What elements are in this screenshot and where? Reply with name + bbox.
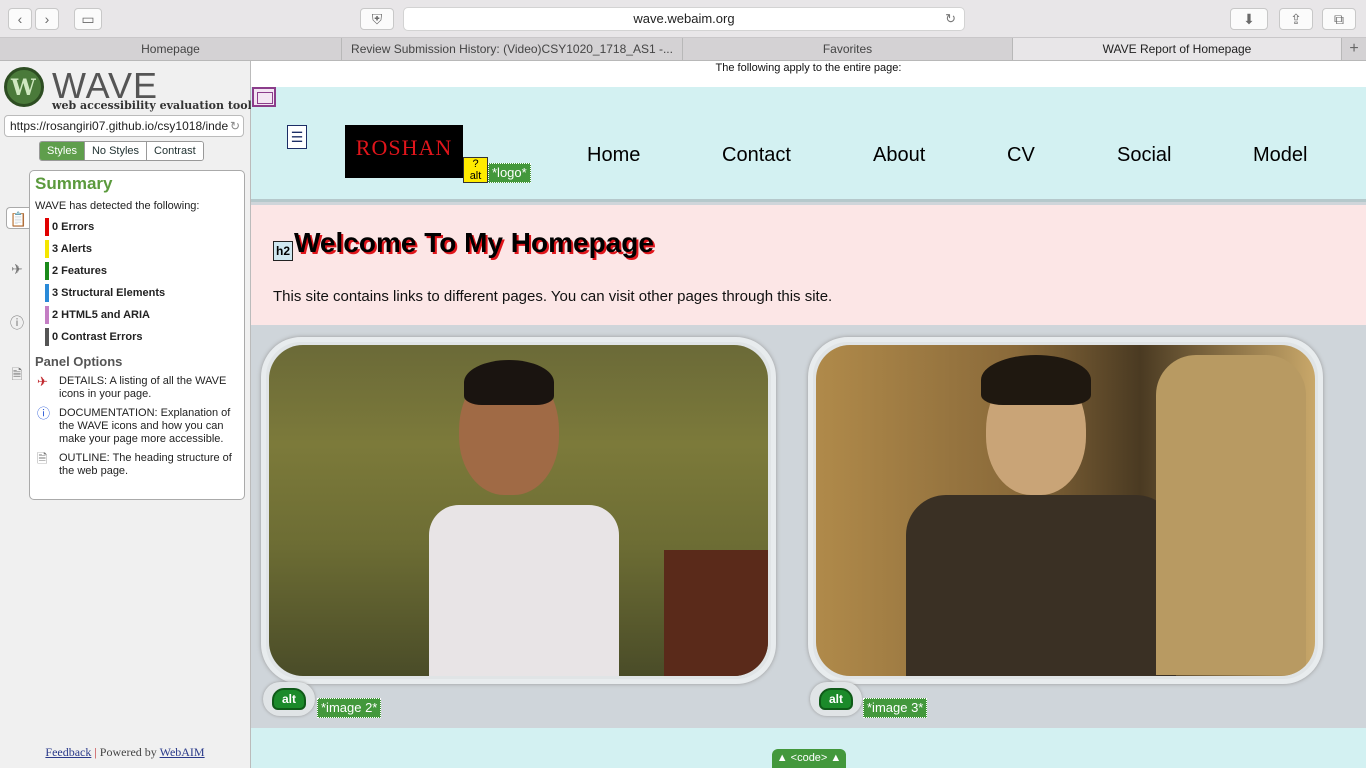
- contrast-button[interactable]: Contrast: [147, 142, 203, 160]
- powered-by-text: Powered by: [99, 745, 157, 759]
- wave-logo: W WAVE web accessibility evaluation tool: [4, 65, 252, 112]
- image-2: [261, 337, 776, 684]
- share-icon[interactable]: ⇪: [1279, 8, 1313, 30]
- structural-count: 3 Structural Elements: [45, 284, 239, 306]
- site-header: ☰ ROSHAN ? alt *logo* Home Contact About …: [251, 87, 1366, 202]
- details-flag-icon[interactable]: ✈: [6, 258, 28, 280]
- nav-home[interactable]: Home: [587, 144, 640, 167]
- sidebar-toggle-icon[interactable]: ▭: [74, 8, 102, 30]
- downloads-icon[interactable]: ⬇: [1230, 8, 1268, 30]
- back-button[interactable]: ‹: [8, 8, 32, 30]
- browser-toolbar: ‹ › ▭ ⛨ wave.webaim.org ↻ ⬇ ⇪ ⧉: [0, 0, 1366, 38]
- summary-intro: WAVE has detected the following:: [35, 200, 200, 212]
- style-toggle: Styles No Styles Contrast: [39, 141, 204, 161]
- option-outline[interactable]: 🗎 OUTLINE: The heading structure of the w…: [35, 452, 239, 478]
- tab-bar: Homepage Review Submission History: (Vid…: [0, 38, 1366, 61]
- summary-clipboard-icon[interactable]: 📋: [6, 207, 30, 229]
- forward-button[interactable]: ›: [35, 8, 59, 30]
- webaim-link[interactable]: WebAIM: [160, 745, 205, 759]
- tab-review-submission[interactable]: Review Submission History: (Video)CSY102…: [342, 38, 683, 60]
- page-preview: The following apply to the entire page: …: [251, 61, 1366, 768]
- page-notice: The following apply to the entire page:: [251, 61, 1366, 87]
- address-text: wave.webaim.org: [633, 11, 735, 26]
- page-title: Welcome To My Homepage: [294, 227, 654, 258]
- image3-alt-icon[interactable]: alt: [810, 682, 862, 716]
- new-tab-button[interactable]: +: [1342, 38, 1366, 60]
- panel-options-title: Panel Options: [35, 354, 123, 369]
- h2-icon[interactable]: h2: [273, 241, 293, 261]
- hero-intro: This site contains links to different pa…: [273, 288, 833, 305]
- logo-alt-label: *logo*: [488, 163, 531, 183]
- option-documentation[interactable]: ⓘ DOCUMENTATION: Explanation of the WAVE …: [35, 407, 239, 446]
- info-icon: ⓘ: [37, 406, 51, 421]
- info-icon[interactable]: ⓘ: [6, 312, 28, 334]
- reload-icon[interactable]: ↻: [945, 8, 956, 30]
- image-3: [808, 337, 1323, 684]
- contrast-errors-count: 0 Contrast Errors: [45, 328, 239, 350]
- image3-alt-label: *image 3*: [863, 698, 928, 718]
- list-icon[interactable]: ☰: [287, 125, 307, 149]
- address-bar[interactable]: wave.webaim.org ↻: [403, 7, 965, 31]
- summary-panel: Summary WAVE has detected the following:…: [29, 170, 245, 500]
- tab-homepage[interactable]: Homepage: [0, 38, 342, 60]
- code-toggle-button[interactable]: ▲ <code> ▲: [772, 749, 846, 768]
- feedback-link[interactable]: Feedback: [45, 745, 91, 759]
- image2-alt-label: *image 2*: [317, 698, 382, 718]
- styles-button[interactable]: Styles: [40, 142, 85, 160]
- tabs-overview-icon[interactable]: ⧉: [1322, 8, 1356, 30]
- tab-favorites[interactable]: Favorites: [683, 38, 1013, 60]
- errors-count: 0 Errors: [45, 218, 239, 240]
- hero-section: h2 Welcome To My Homepage This site cont…: [251, 205, 1366, 325]
- nav-cv[interactable]: CV: [1007, 144, 1035, 167]
- details-flag-icon: ✈: [37, 374, 48, 389]
- sidebar-footer: Feedback | Powered by WebAIM: [45, 745, 205, 759]
- site-logo[interactable]: ROSHAN: [345, 125, 463, 178]
- no-styles-button[interactable]: No Styles: [84, 142, 148, 160]
- nav-contact[interactable]: Contact: [722, 144, 791, 167]
- refresh-icon[interactable]: ↻: [227, 116, 240, 136]
- image2-alt-icon[interactable]: alt: [263, 682, 315, 716]
- features-count: 2 Features: [45, 262, 239, 284]
- wave-url-text: https://rosangiri07.github.io/csy1018/in…: [10, 119, 229, 133]
- summary-title: Summary: [35, 174, 113, 193]
- outline-document-icon[interactable]: 🗎: [6, 363, 28, 385]
- alerts-count: 3 Alerts: [45, 240, 239, 262]
- wave-logo-subtitle: web accessibility evaluation tool: [52, 99, 252, 112]
- option-details[interactable]: ✈ DETAILS: A listing of all the WAVE icon…: [35, 375, 239, 401]
- aria-count: 2 HTML5 and ARIA: [45, 306, 239, 328]
- wave-url-input[interactable]: https://rosangiri07.github.io/csy1018/in…: [4, 115, 244, 137]
- outline-document-icon: 🗎: [37, 451, 48, 466]
- shield-icon[interactable]: ⛨: [360, 8, 394, 30]
- alt-alert-icon[interactable]: ? alt: [463, 157, 488, 183]
- tab-wave-report[interactable]: WAVE Report of Homepage: [1013, 38, 1342, 60]
- page-region-icon[interactable]: [252, 87, 276, 107]
- wave-sidebar: W WAVE web accessibility evaluation tool…: [0, 61, 252, 768]
- nav-about[interactable]: About: [873, 144, 925, 167]
- nav-social[interactable]: Social: [1117, 144, 1171, 167]
- wave-logo-icon: W: [4, 67, 44, 107]
- nav-model[interactable]: Model: [1253, 144, 1307, 167]
